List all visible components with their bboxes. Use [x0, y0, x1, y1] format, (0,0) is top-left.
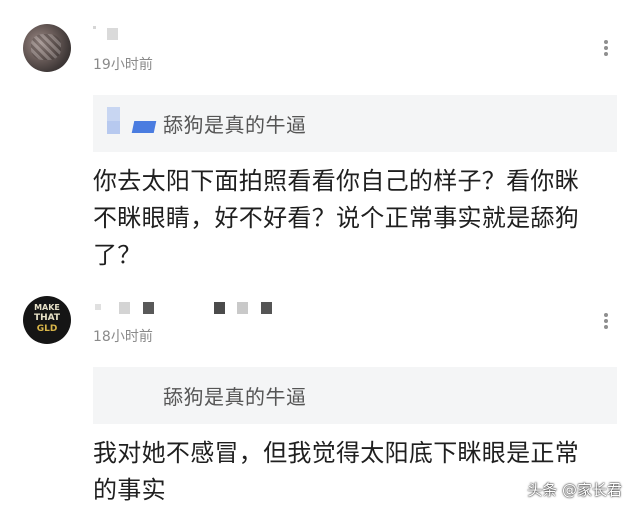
avatar-logo-line: GLD	[36, 324, 58, 334]
user-avatar[interactable]: MAKE THAT GLD	[23, 296, 71, 344]
blurred-username-fragment	[107, 107, 120, 121]
avatar-logo-line: MAKE	[34, 303, 60, 312]
more-options-icon[interactable]	[598, 38, 614, 58]
comment-text: 你去太阳下面拍照看看你自己的样子？看你眯 不眯眼睛，好不好看？说个正常事实就是舔…	[93, 163, 623, 274]
comment-item: 19小时前 舔狗是真的牛逼 你去太阳下面拍照看看你自己的样子？看你眯 不眯眼睛，…	[0, 0, 640, 290]
avatar-logo-line: THAT	[33, 313, 61, 323]
comment-timestamp: 19小时前	[93, 57, 153, 73]
comment-line: 了？	[93, 241, 142, 269]
watermark: 头条 @家长君	[527, 481, 622, 499]
quoted-reply[interactable]: 舔狗是真的牛逼	[93, 95, 617, 152]
comment-line: 不眯眼睛，好不好看？说个正常事实就是舔狗	[93, 204, 579, 232]
comment-timestamp: 18小时前	[93, 329, 153, 345]
comment-line: 我对她不感冒，但我觉得太阳底下眯眼是正常	[93, 439, 579, 467]
quoted-text: 舔狗是真的牛逼	[163, 113, 307, 137]
comment-line: 你去太阳下面拍照看看你自己的样子？看你眯	[93, 167, 579, 195]
username-blurred[interactable]	[93, 26, 121, 40]
more-options-icon[interactable]	[598, 311, 614, 331]
quoted-reply[interactable]: 舔狗是真的牛逼	[93, 367, 617, 424]
username-blurred[interactable]	[93, 300, 293, 314]
user-avatar[interactable]	[23, 24, 71, 72]
quoted-text: 舔狗是真的牛逼	[163, 385, 307, 409]
